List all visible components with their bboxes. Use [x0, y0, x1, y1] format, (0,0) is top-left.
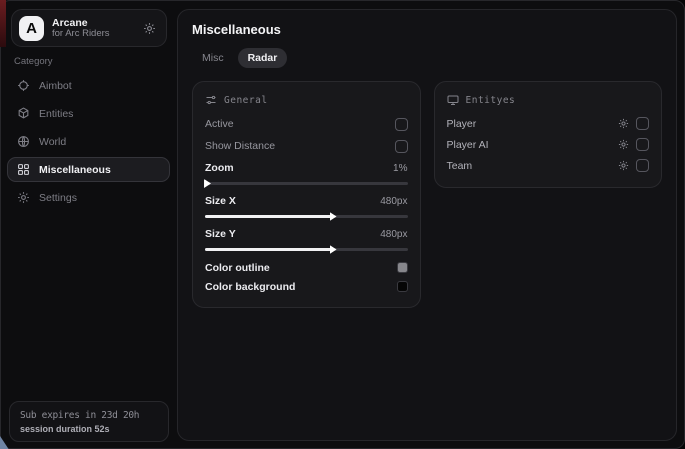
card-title: Entityes [466, 95, 516, 106]
tab-misc[interactable]: Misc [192, 48, 234, 68]
sidebar-item-entities[interactable]: Entities [7, 101, 170, 126]
size-x-slider[interactable] [205, 215, 408, 218]
size-y-slider[interactable] [205, 248, 408, 251]
gear-icon [17, 191, 30, 204]
app-subtitle: for Arc Riders [52, 29, 135, 40]
entity-label: Team [447, 160, 619, 172]
zoom-slider[interactable] [205, 182, 408, 185]
session-duration-text: session duration 52s [20, 424, 158, 434]
slider-thumb[interactable] [330, 245, 337, 254]
monitor-icon [447, 94, 459, 106]
color-background-swatch[interactable] [397, 281, 408, 292]
sidebar-item-label: Aimbot [39, 80, 72, 92]
main-panel: Miscellaneous Misc Radar General [177, 9, 677, 441]
cards-row: General Active Show Distance Zoom 1% [192, 81, 662, 308]
setting-row-active: Active [205, 113, 408, 135]
gear-icon[interactable] [143, 22, 156, 35]
sidebar-item-label: Entities [39, 108, 73, 120]
sidebar-item-settings[interactable]: Settings [7, 185, 170, 210]
setting-label: Active [205, 118, 234, 130]
crosshair-icon [17, 79, 30, 92]
entity-row-team: Team [447, 155, 650, 176]
gear-icon[interactable] [618, 160, 629, 171]
sidebar-item-world[interactable]: World [7, 129, 170, 154]
cube-icon [17, 107, 30, 120]
setting-row-show-distance: Show Distance [205, 135, 408, 157]
slider-value: 480px [380, 196, 407, 207]
entity-row-player-ai: Player AI [447, 134, 650, 155]
grid-icon [17, 163, 30, 176]
entity-label: Player AI [447, 139, 619, 151]
page-title: Miscellaneous [192, 22, 662, 37]
gear-icon[interactable] [618, 118, 629, 129]
sub-expires-text: Sub expires in 23d 20h [20, 410, 158, 421]
setting-label: Zoom [205, 162, 234, 174]
setting-label: Show Distance [205, 140, 275, 152]
globe-icon [17, 135, 30, 148]
setting-row-color-outline: Color outline [205, 258, 408, 277]
setting-label: Size Y [205, 228, 236, 240]
sidebar-item-label: World [39, 136, 66, 148]
sidebar: A Arcane for Arc Riders Category [1, 1, 177, 448]
sidebar-item-aimbot[interactable]: Aimbot [7, 73, 170, 98]
sliders-icon [205, 94, 217, 106]
color-outline-swatch[interactable] [397, 262, 408, 273]
slider-thumb[interactable] [204, 179, 211, 188]
setting-row-size-x: Size X 480px [205, 192, 408, 218]
entity-label: Player [447, 118, 619, 130]
slider-thumb[interactable] [330, 212, 337, 221]
logo-card: A Arcane for Arc Riders [11, 9, 167, 47]
entities-card: Entityes Player Pl [434, 81, 663, 188]
slider-value: 1% [393, 163, 407, 174]
app-name: Arcane [52, 17, 135, 29]
setting-row-color-background: Color background [205, 277, 408, 296]
tab-bar: Misc Radar [192, 48, 662, 68]
sidebar-item-label: Miscellaneous [39, 164, 111, 176]
sidebar-item-miscellaneous[interactable]: Miscellaneous [7, 157, 170, 182]
tab-radar[interactable]: Radar [238, 48, 288, 68]
team-checkbox[interactable] [636, 159, 649, 172]
sidebar-nav: Aimbot Entities World [7, 73, 170, 210]
entity-row-player: Player [447, 113, 650, 134]
app-window: A Arcane for Arc Riders Category [0, 0, 685, 449]
general-card: General Active Show Distance Zoom 1% [192, 81, 421, 308]
setting-label: Color background [205, 281, 295, 293]
player-checkbox[interactable] [636, 117, 649, 130]
setting-label: Color outline [205, 262, 270, 274]
player-ai-checkbox[interactable] [636, 138, 649, 151]
app-logo: A [19, 16, 44, 41]
desktop-red-sliver [0, 0, 6, 47]
subscription-card: Sub expires in 23d 20h session duration … [9, 401, 169, 442]
setting-row-zoom: Zoom 1% [205, 159, 408, 185]
show-distance-checkbox[interactable] [395, 140, 408, 153]
sidebar-item-label: Settings [39, 192, 77, 204]
setting-row-size-y: Size Y 480px [205, 225, 408, 251]
gear-icon[interactable] [618, 139, 629, 150]
setting-label: Size X [205, 195, 236, 207]
card-title: General [224, 95, 268, 106]
category-label: Category [14, 56, 53, 67]
active-checkbox[interactable] [395, 118, 408, 131]
slider-value: 480px [380, 229, 407, 240]
